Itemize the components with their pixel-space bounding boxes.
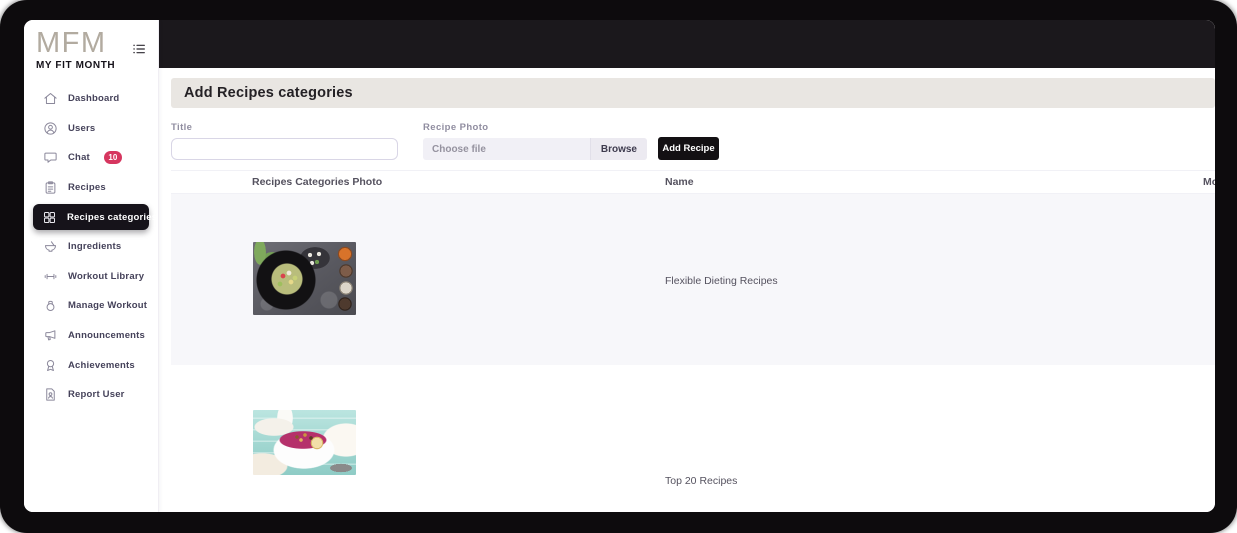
chat-icon (42, 150, 58, 166)
page-title: Add Recipes categories (184, 85, 353, 101)
category-name: Flexible Dieting Recipes (665, 275, 778, 287)
sidebar-item-recipes[interactable]: Recipes (33, 175, 149, 201)
table-row: Flexible Dieting Recipes (171, 194, 1215, 365)
manage-workout-icon (42, 298, 58, 314)
column-header-name: Name (665, 176, 694, 188)
sidebar-item-label: Chat (68, 152, 90, 164)
category-photo-cell (171, 365, 665, 512)
sidebar-nav: Dashboard Users Chat 10 Recipes Recipes … (24, 84, 158, 410)
sidebar-item-label: Recipes (68, 182, 106, 194)
table-row: Top 20 Recipes (171, 365, 1215, 512)
title-input[interactable] (171, 138, 398, 160)
home-icon (42, 91, 58, 107)
browse-button[interactable]: Browse (589, 138, 647, 160)
add-category-form: Title Recipe Photo Choose file Browse Ad… (171, 122, 1215, 160)
category-photo-smoothie-bowl (253, 410, 356, 475)
sidebar-item-label: Recipes categories (67, 211, 158, 223)
category-photo-cell (171, 194, 665, 365)
sidebar-item-achievements[interactable]: Achievements (33, 352, 149, 378)
photo-field: Recipe Photo Choose file Browse (423, 122, 647, 160)
logo-block: MFM MY FIT MONTH (36, 27, 116, 72)
workout-library-icon (42, 268, 58, 284)
sidebar-item-label: Dashboard (68, 93, 120, 105)
title-field: Title (171, 122, 398, 160)
categories-icon (42, 209, 57, 225)
sidebar-item-ingredients[interactable]: Ingredients (33, 234, 149, 260)
sidebar-item-workout-library[interactable]: Workout Library (33, 263, 149, 289)
table-header-row: Recipes Categories Photo Name Mo (171, 170, 1215, 194)
recipes-icon (42, 180, 58, 196)
main-area: Add Recipes categories Title Recipe Phot… (159, 20, 1215, 512)
content-area: Add Recipes categories Title Recipe Phot… (159, 68, 1215, 512)
sidebar-item-label: Workout Library (68, 270, 145, 282)
logo: MFM (36, 27, 107, 59)
logo-subtitle: MY FIT MONTH (36, 60, 116, 71)
sidebar: MFM MY FIT MONTH Dashboard Users Chat 10… (24, 20, 159, 512)
window-frame: MFM MY FIT MONTH Dashboard Users Chat 10… (0, 0, 1237, 533)
achievements-icon (42, 357, 58, 373)
sidebar-header: MFM MY FIT MONTH (24, 20, 158, 75)
sidebar-item-announcements[interactable]: Announcements (33, 323, 149, 349)
category-photo-dark-salad-bowl (253, 242, 356, 315)
sidebar-item-recipes-categories[interactable]: Recipes categories (33, 204, 157, 231)
menu-toggle-icon[interactable] (131, 41, 147, 57)
sidebar-item-label: Achievements (68, 359, 135, 371)
user-icon (42, 120, 58, 136)
file-input[interactable]: Choose file Browse (423, 138, 647, 160)
chat-unread-badge: 10 (103, 151, 122, 165)
title-label: Title (171, 122, 193, 133)
sidebar-item-manage-workout[interactable]: Manage Workout (33, 293, 149, 319)
column-header-photo: Recipes Categories Photo (252, 176, 383, 188)
sidebar-item-label: Users (68, 122, 96, 134)
recipe-photo-label: Recipe Photo (423, 122, 489, 133)
sidebar-item-label: Ingredients (68, 241, 122, 253)
page-header: Add Recipes categories (171, 78, 1215, 108)
sidebar-item-label: Announcements (68, 330, 146, 342)
column-header-modify: Mo (1203, 176, 1215, 188)
categories-table: Recipes Categories Photo Name Mo Flexibl… (171, 170, 1215, 512)
sidebar-item-label: Manage Workout (68, 300, 148, 312)
report-user-icon (42, 387, 58, 403)
announcements-icon (42, 328, 58, 344)
app-window: MFM MY FIT MONTH Dashboard Users Chat 10… (24, 20, 1215, 512)
sidebar-item-chat[interactable]: Chat 10 (33, 145, 149, 171)
sidebar-item-dashboard[interactable]: Dashboard (33, 86, 149, 112)
sidebar-item-users[interactable]: Users (33, 115, 149, 141)
category-name: Top 20 Recipes (665, 475, 738, 487)
file-placeholder: Choose file (432, 143, 486, 155)
ingredients-icon (42, 239, 58, 255)
sidebar-item-report-user[interactable]: Report User (33, 382, 149, 408)
sidebar-item-label: Report User (68, 389, 125, 401)
add-recipe-button[interactable]: Add Recipe (658, 137, 719, 160)
topbar (159, 20, 1215, 68)
